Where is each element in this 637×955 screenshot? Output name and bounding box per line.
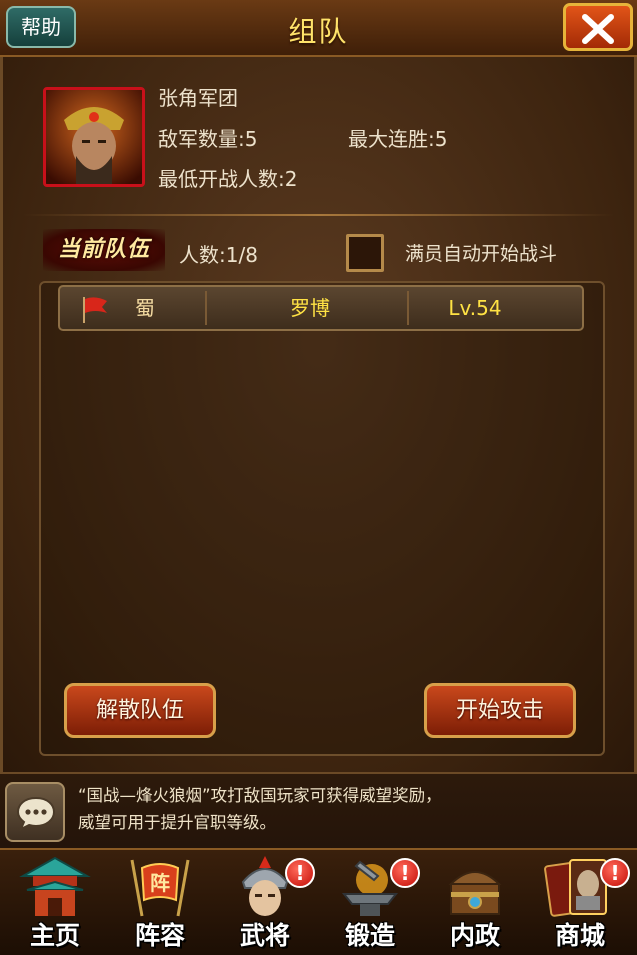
- team-count: 人数:1/8: [179, 243, 258, 267]
- auto-start-label: 满员自动开始战斗: [405, 243, 558, 265]
- message-line-2: 威望可用于提升官职等级。: [78, 813, 276, 832]
- max-streak: 最大连胜:5: [348, 127, 448, 151]
- member-name: 罗博: [290, 296, 330, 320]
- bottom-nav: 主页 阵 阵容 ! 武将 ! 锻造 内政 ! 商城: [0, 848, 637, 955]
- forge-alert-badge: !: [390, 858, 420, 888]
- nav-generals[interactable]: ! 武将: [215, 854, 315, 954]
- message-area: “国战—烽火狼烟”攻打敌国玩家可获得威望奖励， 威望可用于提升官职等级。: [0, 772, 637, 848]
- formation-char: 阵: [150, 871, 170, 895]
- shop-alert-badge: !: [600, 858, 630, 888]
- flag-icon: [83, 297, 107, 323]
- enemy-count: 敌军数量:5: [158, 127, 258, 151]
- nav-home-label: 主页: [29, 921, 80, 950]
- nav-shop[interactable]: ! 商城: [530, 854, 630, 954]
- close-button[interactable]: [563, 3, 633, 51]
- page-title: 组队: [288, 15, 349, 48]
- message-line-1: “国战—烽火狼烟”攻打敌国玩家可获得威望奖励，: [78, 786, 442, 805]
- member-faction: 蜀: [135, 296, 155, 320]
- system-message: “国战—烽火狼烟”攻打敌国玩家可获得威望奖励， 威望可用于提升官职等级。: [78, 782, 626, 836]
- team-panel: 张角军团 敌军数量:5 最大连胜:5 最低开战人数:2 当前队伍 人数:1/8 …: [0, 57, 637, 772]
- disband-team-button[interactable]: 解散队伍: [64, 683, 216, 738]
- current-team-label: 当前队伍: [43, 229, 165, 271]
- start-attack-button[interactable]: 开始攻击: [424, 683, 576, 738]
- nav-internal[interactable]: 内政: [425, 854, 525, 954]
- close-icon: [582, 14, 614, 44]
- nav-forge[interactable]: ! 锻造: [320, 854, 420, 954]
- army-name: 张角军团: [158, 86, 238, 110]
- palace-icon: [19, 856, 91, 916]
- nav-home[interactable]: 主页: [5, 854, 105, 954]
- formation-banner-icon: 阵: [130, 859, 190, 917]
- nav-formation[interactable]: 阵 阵容: [110, 854, 210, 954]
- treasure-chest-icon: [448, 871, 502, 915]
- nav-shop-label: 商城: [554, 921, 605, 950]
- member-level: Lv.54: [448, 296, 502, 320]
- nav-generals-label: 武将: [239, 921, 290, 950]
- member-row[interactable]: 蜀 罗博 Lv.54: [58, 285, 584, 331]
- chat-button[interactable]: [5, 782, 65, 842]
- nav-internal-label: 内政: [449, 921, 500, 950]
- row-separator: [205, 291, 207, 325]
- chat-bubble-icon: [16, 796, 56, 832]
- row-separator: [407, 291, 409, 325]
- auto-start-checkbox[interactable]: [346, 234, 384, 272]
- nav-formation-label: 阵容: [134, 921, 185, 950]
- header-bar: 帮助 组队: [0, 0, 637, 57]
- army-portrait: [43, 87, 145, 187]
- divider: [23, 214, 614, 216]
- nav-forge-label: 锻造: [344, 921, 395, 950]
- generals-alert-badge: !: [285, 858, 315, 888]
- min-players: 最低开战人数:2: [158, 167, 298, 191]
- commander-portrait-icon: [46, 90, 142, 184]
